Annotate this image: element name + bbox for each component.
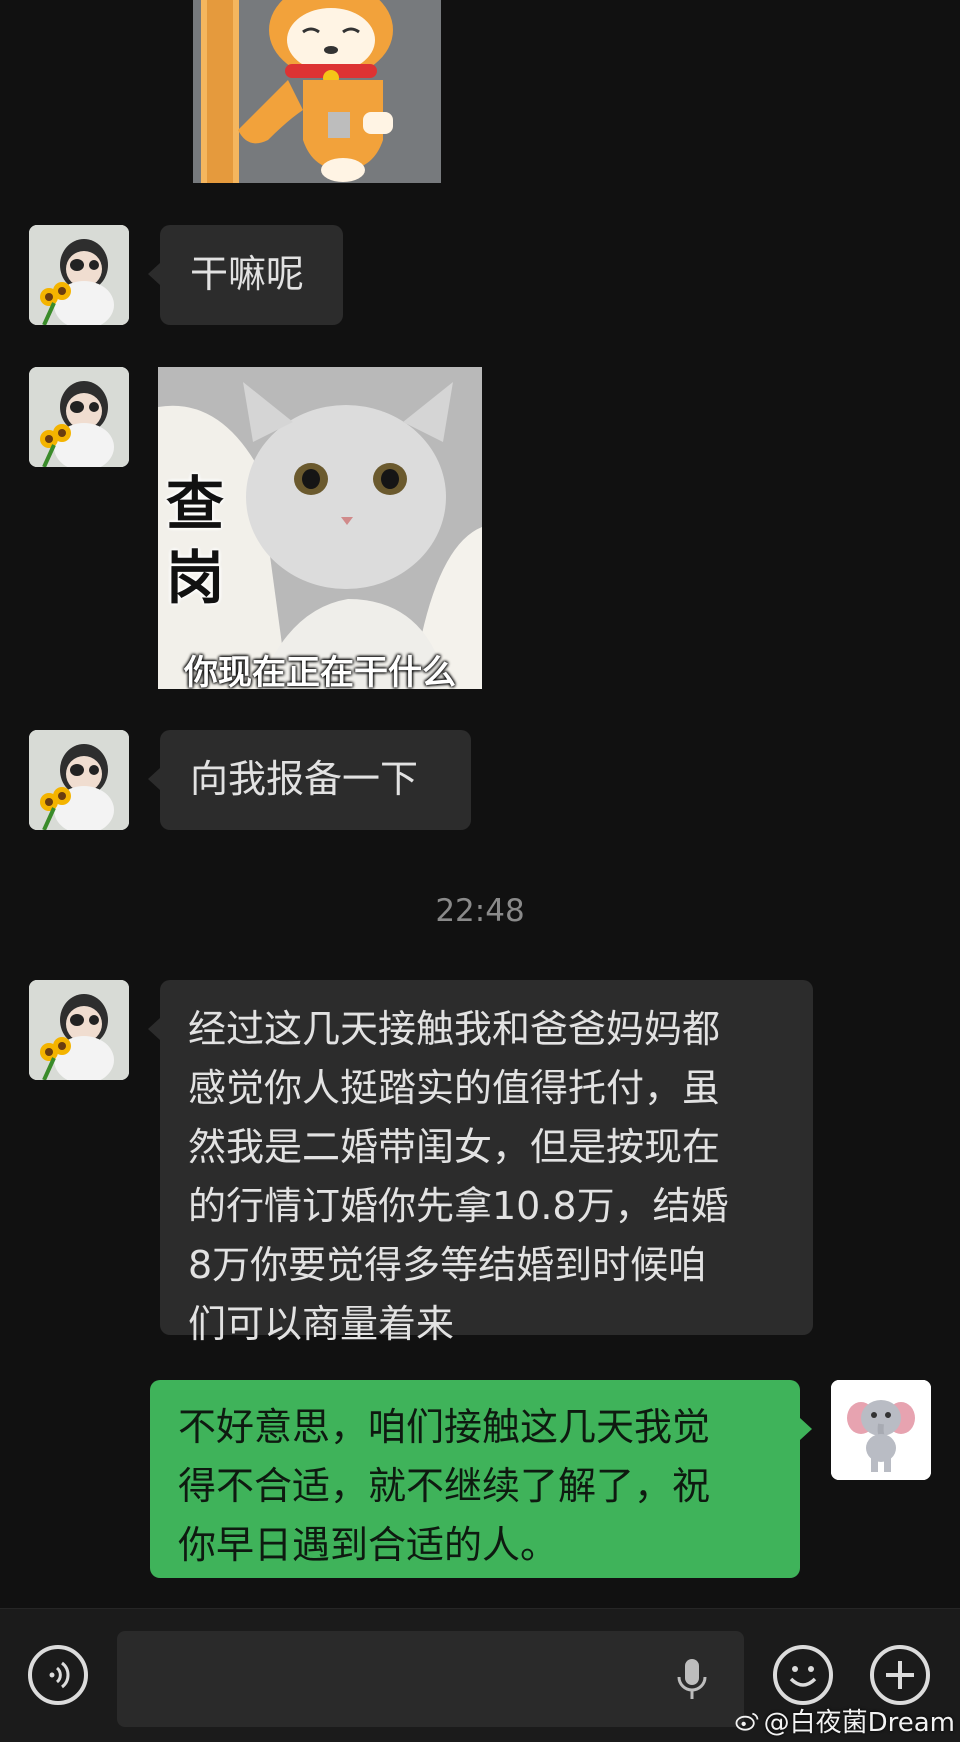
message-text: 干嘛呢 xyxy=(190,252,305,296)
message-bubble-incoming[interactable]: 经过这几天接触我和爸爸妈妈都 感觉你人挺踏实的值得托付，虽 然我是二婚带闺女，但… xyxy=(148,980,813,1346)
voice-toggle-button[interactable] xyxy=(28,1645,88,1705)
message-bubble-incoming[interactable]: 干嘛呢 xyxy=(148,225,343,325)
message-input[interactable] xyxy=(117,1631,744,1727)
avatar-photo-icon xyxy=(29,980,129,1080)
message-bubble-outgoing[interactable]: 不好意思，咱们接触这几天我觉 得不合适，就不继续了解了，祝 你早日遇到合适的人。 xyxy=(150,1380,812,1578)
voice-toggle-icon xyxy=(49,1661,70,1689)
sticker-cat[interactable]: 查岗 你现在正在干什么 xyxy=(158,367,482,689)
shiba-dog-illustration xyxy=(193,0,441,183)
contact-avatar[interactable] xyxy=(29,225,129,325)
avatar-photo-icon xyxy=(29,225,129,325)
message-line: 的行情订婚你先拿10.8万，结婚 xyxy=(188,1184,729,1228)
contact-avatar[interactable] xyxy=(29,730,129,830)
avatar-photo-icon xyxy=(29,367,129,467)
sticker-side-caption: 查岗 xyxy=(166,470,225,612)
message-bubble-incoming[interactable]: 向我报备一下 xyxy=(148,730,471,830)
microphone-icon[interactable] xyxy=(672,1655,712,1707)
message-line: 感觉你人挺踏实的值得托付，虽 xyxy=(188,1066,721,1110)
elephant-avatar-icon xyxy=(831,1380,931,1480)
emoji-button[interactable] xyxy=(773,1645,833,1705)
watermark: @白夜菌Dream xyxy=(735,1702,955,1739)
plus-icon xyxy=(886,1661,914,1689)
self-avatar[interactable] xyxy=(831,1380,931,1480)
message-line: 得不合适，就不继续了解了，祝 xyxy=(178,1464,711,1508)
message-line: 经过这几天接触我和爸爸妈妈都 xyxy=(188,1007,721,1051)
emoji-icon xyxy=(789,1666,817,1687)
message-line: 不好意思，咱们接触这几天我觉 xyxy=(178,1405,711,1449)
contact-avatar[interactable] xyxy=(29,980,129,1080)
message-line: 8万你要觉得多等结婚到时候咱 xyxy=(188,1243,707,1287)
contact-avatar[interactable] xyxy=(29,367,129,467)
sticker-shiba[interactable] xyxy=(193,0,441,183)
avatar-photo-icon xyxy=(29,730,129,830)
message-text: 向我报备一下 xyxy=(190,757,419,801)
weibo-logo-icon xyxy=(735,1712,759,1731)
more-actions-button[interactable] xyxy=(870,1645,930,1705)
message-line: 你早日遇到合适的人。 xyxy=(178,1523,559,1567)
watermark-text: @白夜菌Dream xyxy=(763,1708,955,1738)
message-line: 然我是二婚带闺女，但是按现在 xyxy=(188,1125,721,1169)
sticker-bottom-caption: 你现在正在干什么 xyxy=(184,653,456,689)
message-line: 们可以商量着来 xyxy=(188,1302,455,1346)
chat-timestamp: 22:48 xyxy=(435,893,525,929)
